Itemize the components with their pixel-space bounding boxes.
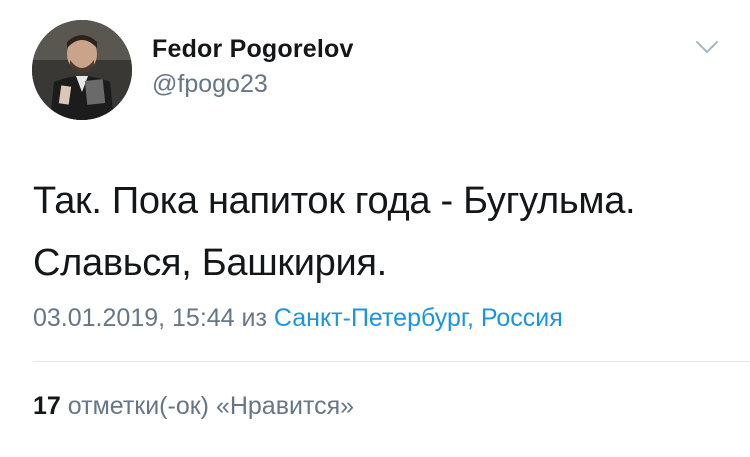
- avatar-photo: [32, 20, 132, 120]
- author-handle[interactable]: @fpogo23: [152, 70, 268, 99]
- tweet-timestamp[interactable]: 03.01.2019, 15:44: [33, 304, 235, 332]
- likes-summary[interactable]: 17 отметки(-ок) «Нравится»: [33, 392, 354, 421]
- tweet-meta: 03.01.2019, 15:44 из Санкт-Петербург, Ро…: [33, 304, 563, 333]
- location-link[interactable]: Санкт-Петербург, Россия: [274, 304, 563, 332]
- tweet-text: Так. Пока напиток года - Бугульма. Славь…: [33, 170, 733, 294]
- divider: [33, 361, 750, 362]
- chevron-down-icon[interactable]: [694, 38, 720, 56]
- author-display-name[interactable]: Fedor Pogorelov: [152, 35, 354, 64]
- likes-label: отметки(-ок) «Нравится»: [67, 392, 355, 420]
- tweet-text-line: Так. Пока напиток года - Бугульма.: [33, 180, 636, 222]
- tweet-text-line: Славься, Башкирия.: [33, 242, 387, 284]
- avatar[interactable]: [32, 20, 132, 120]
- likes-count: 17: [33, 392, 61, 420]
- location-prefix: из: [241, 304, 267, 332]
